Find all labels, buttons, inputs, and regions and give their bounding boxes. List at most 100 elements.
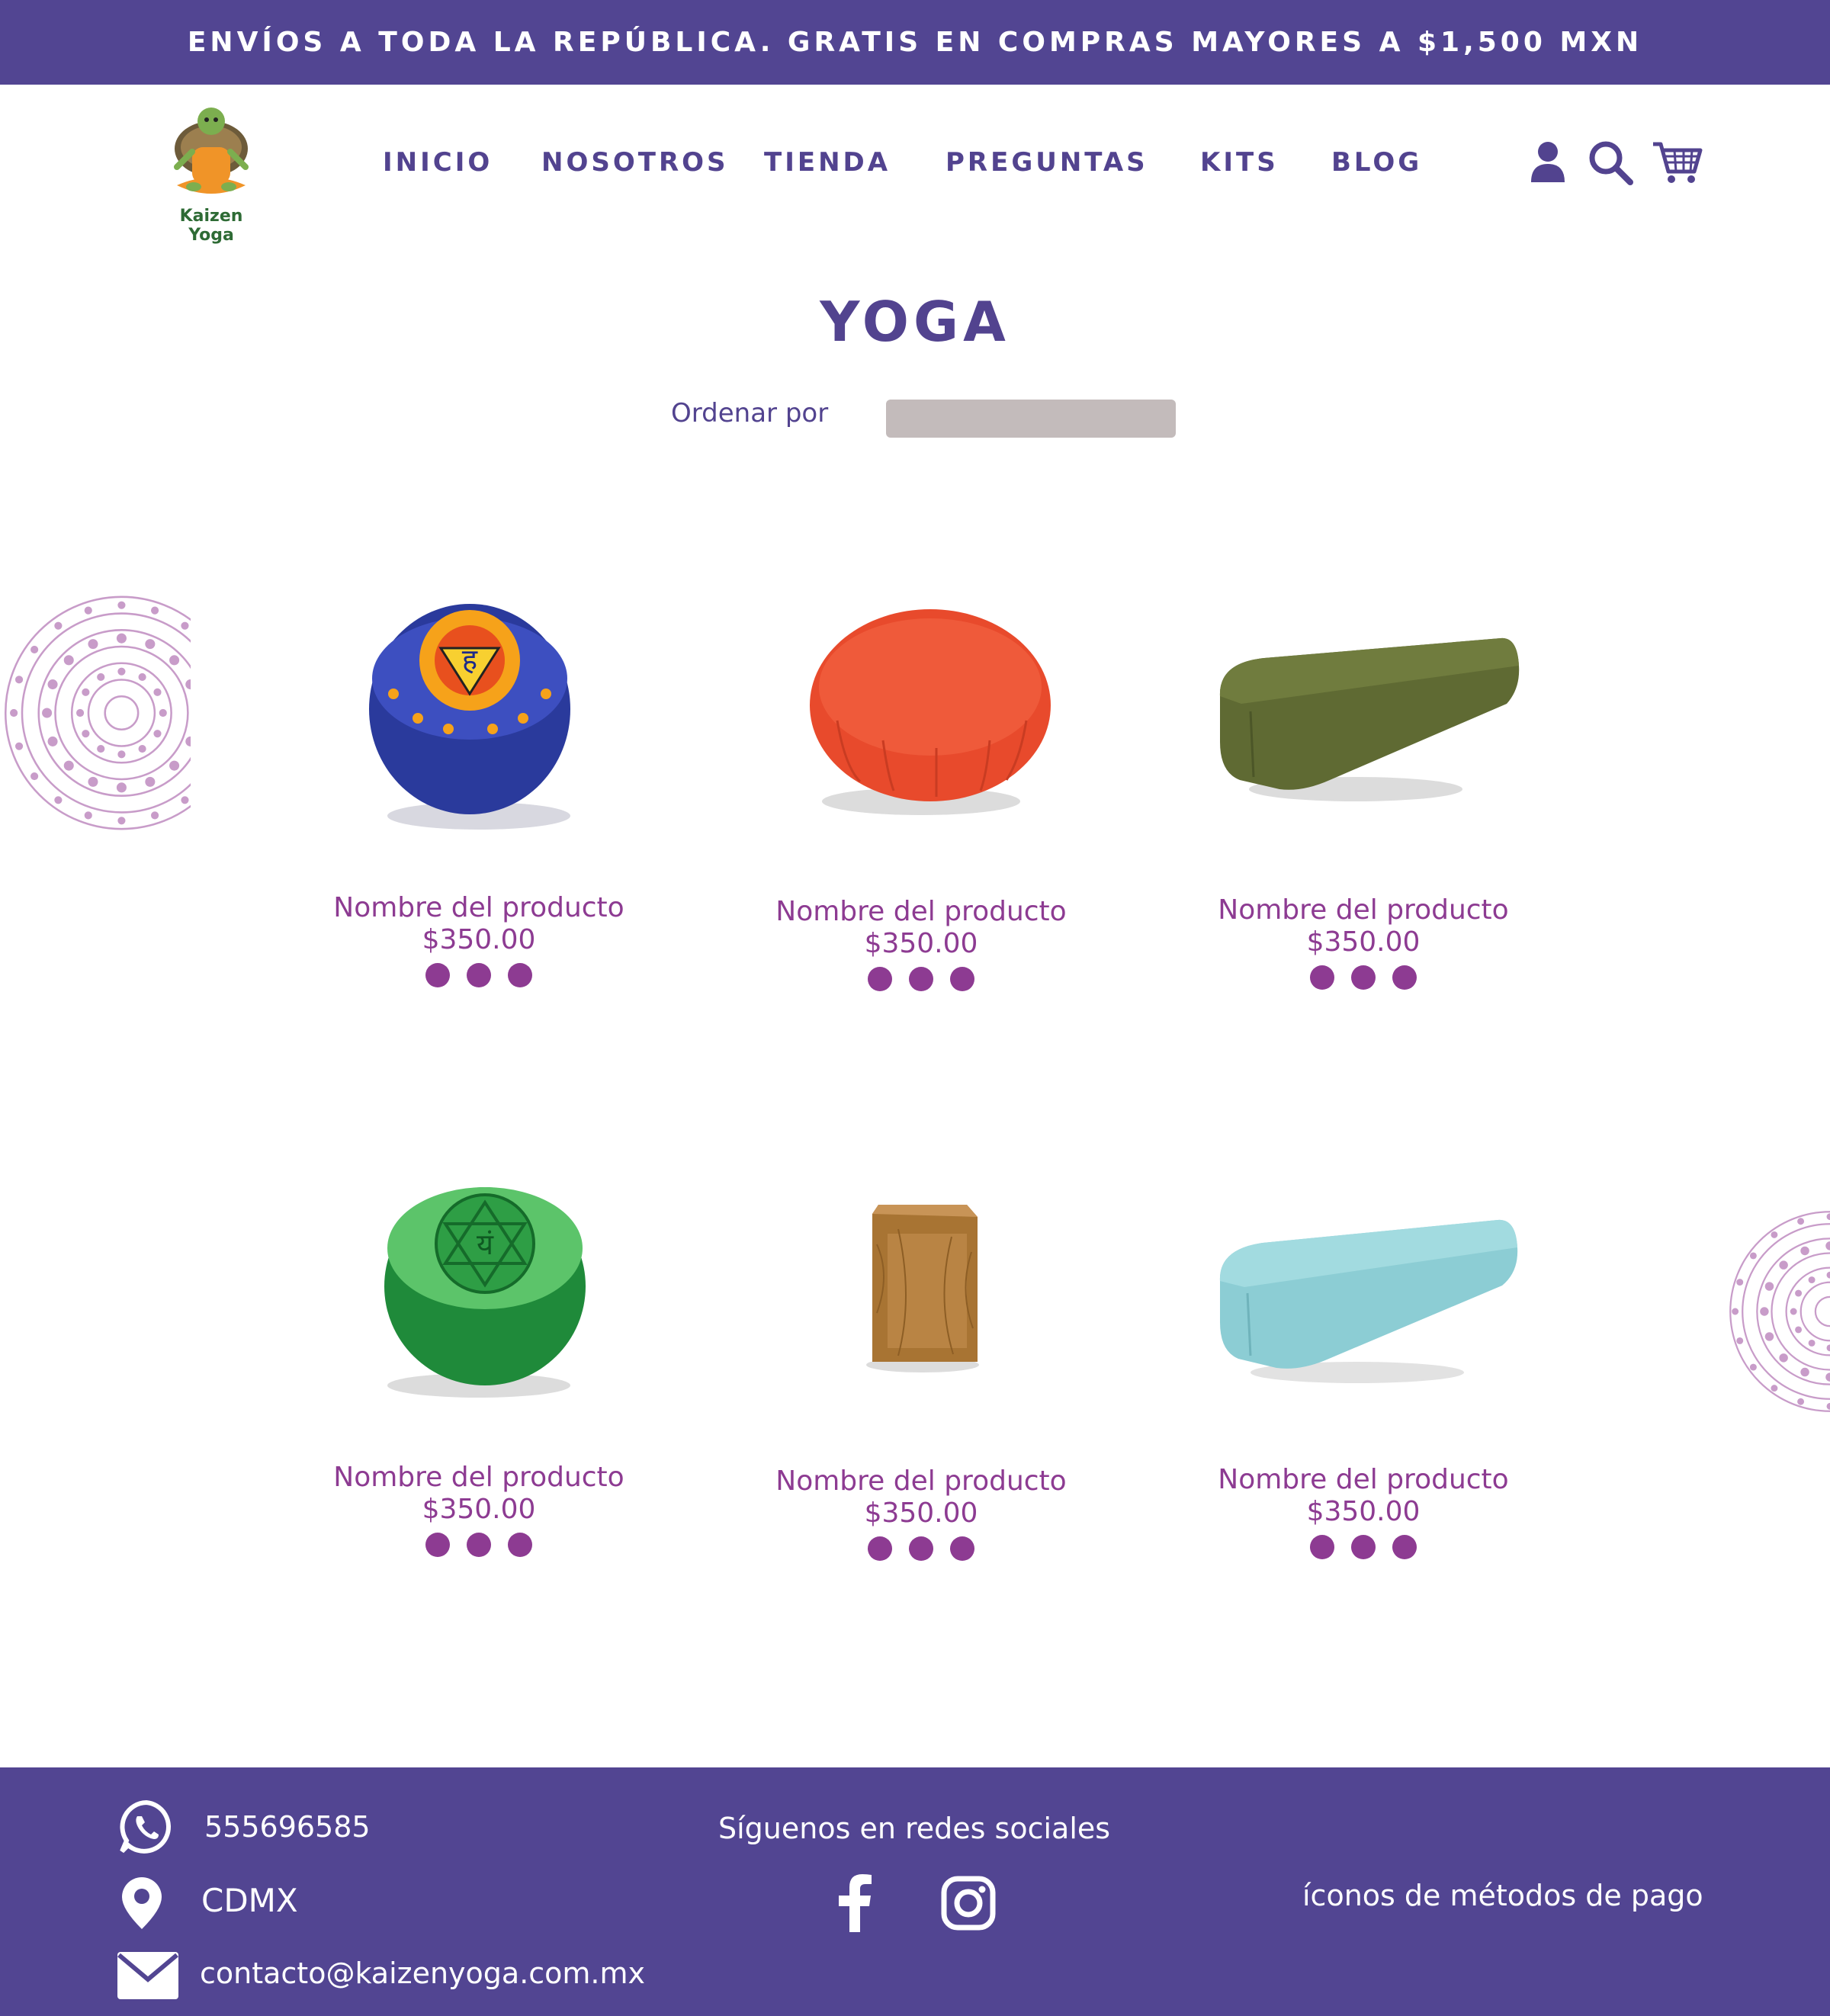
color-swatches	[1150, 1535, 1577, 1559]
product-card[interactable]: ह Nombre del producto $350.00	[265, 587, 692, 1014]
color-swatch[interactable]	[467, 1533, 491, 1557]
sort-label: Ordenar por	[671, 398, 829, 429]
mandala-petal	[1749, 1363, 1757, 1371]
nav-preguntas[interactable]: PREGUNTAS	[946, 147, 1148, 178]
product-image-red-zafu[interactable]	[708, 591, 1135, 865]
product-card[interactable]: यं Nombre del producto $350.00	[265, 1157, 692, 1584]
product-price: $350.00	[864, 1498, 978, 1529]
mandala-petal	[88, 639, 98, 650]
mandala-petal	[117, 667, 126, 676]
color-swatch[interactable]	[950, 1536, 974, 1561]
instagram-icon[interactable]	[941, 1876, 996, 1931]
user-icon[interactable]	[1523, 138, 1572, 187]
cart-icon[interactable]	[1650, 138, 1703, 187]
announcement-text: ENVÍOS A TODA LA REPÚBLICA. GRATIS EN CO…	[187, 27, 1643, 58]
mandala-petal	[153, 730, 162, 738]
footer-phone[interactable]: 555696585	[204, 1810, 371, 1844]
mandala-petal	[47, 679, 58, 690]
product-name[interactable]: Nombre del producto	[265, 1462, 692, 1493]
mandala-petal	[1790, 1308, 1797, 1315]
product-name[interactable]: Nombre del producto	[708, 1465, 1135, 1497]
location-pin-icon	[122, 1877, 162, 1929]
product-card[interactable]: Nombre del producto $350.00	[1150, 589, 1577, 1016]
site-header: Kaizen Yoga INICIO NOSOTROS TIENDA PREGU…	[0, 85, 1830, 245]
mandala-petal	[116, 633, 127, 644]
product-image-wooden-block[interactable]	[708, 1160, 1135, 1435]
mandala-petal	[1800, 1246, 1809, 1256]
color-swatch[interactable]	[1310, 965, 1334, 990]
mandala-right-decoration	[1729, 1211, 1830, 1412]
product-name[interactable]: Nombre del producto	[1150, 1464, 1577, 1495]
color-swatch[interactable]	[868, 1536, 892, 1561]
color-swatch[interactable]	[425, 1533, 450, 1557]
color-swatch[interactable]	[1392, 965, 1417, 990]
nav-kits[interactable]: KITS	[1200, 147, 1279, 178]
color-swatch[interactable]	[1351, 965, 1376, 990]
mandala-petal	[1797, 1218, 1805, 1225]
nav-inicio[interactable]: INICIO	[383, 147, 493, 178]
mandala-petal	[30, 772, 39, 781]
mandala-petal	[54, 621, 63, 630]
color-swatch[interactable]	[508, 963, 532, 987]
color-swatch[interactable]	[909, 1536, 933, 1561]
mandala-petal	[97, 744, 105, 753]
product-image-blue-bolster[interactable]	[1150, 1159, 1577, 1433]
color-swatches	[708, 1536, 1135, 1561]
product-card[interactable]: Nombre del producto $350.00	[1150, 1159, 1577, 1586]
mandala-petal	[151, 811, 159, 820]
mandala-left-decoration	[5, 595, 191, 830]
color-swatch[interactable]	[909, 967, 933, 991]
product-image-green-zafu[interactable]: यं	[265, 1157, 692, 1431]
footer-email[interactable]: contacto@kaizenyoga.com.mx	[200, 1957, 645, 1990]
email-icon[interactable]	[116, 1950, 180, 2001]
mandala-petal	[82, 730, 90, 738]
color-swatch[interactable]	[1310, 1535, 1334, 1559]
product-price: $350.00	[422, 924, 536, 955]
mandala-petal	[1795, 1289, 1803, 1297]
kaizen-yoga-logo[interactable]: Kaizen Yoga	[162, 101, 261, 245]
mandala-petal	[1826, 1402, 1830, 1410]
color-swatch[interactable]	[950, 967, 974, 991]
color-swatch[interactable]	[1392, 1535, 1417, 1559]
mandala-petal	[185, 679, 191, 690]
product-card[interactable]: Nombre del producto $350.00	[708, 1160, 1135, 1587]
mandala-petal	[1771, 1385, 1778, 1392]
product-name[interactable]: Nombre del producto	[708, 896, 1135, 927]
sort-dropdown[interactable]	[886, 400, 1176, 438]
product-image-blue-zafu[interactable]: ह	[265, 587, 692, 862]
mandala-petal	[54, 796, 63, 804]
mandala-petal	[30, 645, 39, 654]
mandala-petal	[1826, 1213, 1830, 1221]
color-swatch[interactable]	[868, 967, 892, 991]
mandala-petal	[1825, 1241, 1830, 1250]
mandala-petal	[42, 708, 53, 718]
mandala-petal	[14, 742, 24, 750]
facebook-icon[interactable]	[836, 1874, 874, 1932]
nav-blog[interactable]: BLOG	[1331, 147, 1422, 178]
mandala-petal	[1795, 1326, 1803, 1334]
mandala-petal	[1760, 1307, 1769, 1316]
payment-methods-text: íconos de métodos de pago	[1302, 1879, 1703, 1912]
mandala-petal	[1826, 1344, 1830, 1352]
color-swatches	[1150, 965, 1577, 990]
product-price: $350.00	[1306, 926, 1421, 958]
search-icon[interactable]	[1586, 138, 1635, 187]
site-footer: 555696585 CDMX contacto@kaizenyoga.com.m…	[0, 1767, 1830, 2016]
whatsapp-icon[interactable]	[117, 1798, 175, 1856]
product-image-olive-bolster[interactable]	[1150, 589, 1577, 864]
color-swatch[interactable]	[1351, 1535, 1376, 1559]
product-name[interactable]: Nombre del producto	[265, 892, 692, 923]
color-swatch[interactable]	[425, 963, 450, 987]
nav-tienda[interactable]: TIENDA	[764, 147, 891, 178]
color-swatch[interactable]	[508, 1533, 532, 1557]
product-card[interactable]: Nombre del producto $350.00	[708, 591, 1135, 1018]
product-price: $350.00	[864, 928, 978, 959]
mandala-petal	[14, 676, 24, 684]
nav-nosotros[interactable]: NOSOTROS	[541, 147, 729, 178]
color-swatch[interactable]	[467, 963, 491, 987]
mandala-petal	[169, 655, 180, 666]
mandala-petal	[1779, 1260, 1788, 1270]
color-swatches	[708, 967, 1135, 991]
mandala-petal	[1808, 1276, 1816, 1284]
product-name[interactable]: Nombre del producto	[1150, 894, 1577, 926]
